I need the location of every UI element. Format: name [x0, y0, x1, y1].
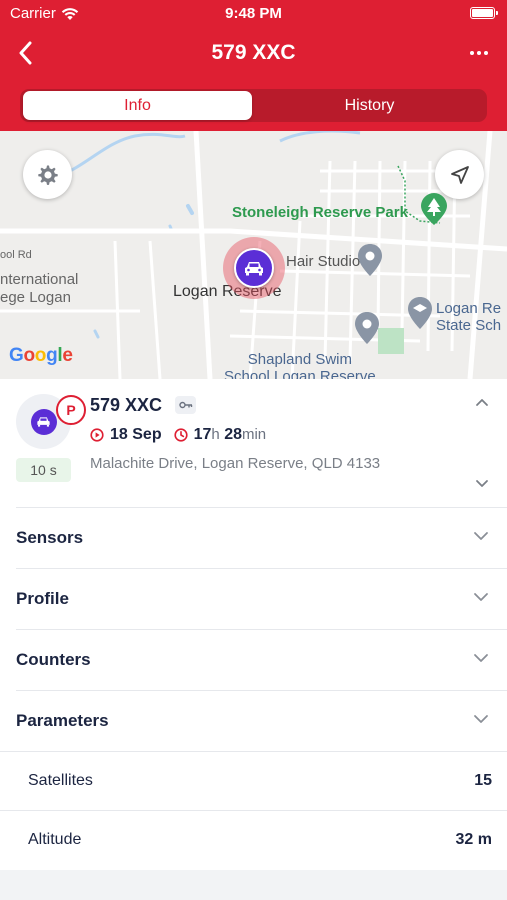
vehicle-name: 579 XXC — [90, 395, 163, 415]
section-label: Parameters — [16, 711, 109, 730]
vehicle-address: Malachite Drive, Logan Reserve, QLD 4133 — [90, 455, 381, 472]
chevron-down-icon — [473, 650, 489, 668]
map-label-pool-rd: ool Rd — [0, 249, 32, 261]
param-label: Altitude — [28, 831, 82, 848]
map-label-park: Stoneleigh Reserve Park — [232, 204, 408, 221]
nav-bar: 579 XXC — [0, 30, 507, 76]
page-title: 579 XXC — [211, 41, 296, 64]
section-counters[interactable]: Counters — [16, 629, 507, 690]
map-settings-button[interactable] — [23, 150, 72, 199]
map-label-swim-school: Shapland Swim School Logan Reserve — [224, 351, 376, 379]
map-pin-icon — [355, 312, 379, 344]
vehicle-marker[interactable] — [234, 248, 274, 288]
play-circle-icon — [90, 428, 104, 442]
section-sensors[interactable]: Sensors — [16, 507, 507, 568]
battery-icon — [470, 7, 498, 19]
param-row-altitude: Altitude 32 m — [0, 810, 507, 870]
chevron-down-icon — [473, 528, 489, 546]
param-label: Satellites — [28, 772, 93, 789]
map-label-school-line2: State Sch — [436, 317, 502, 334]
param-value: 32 m — [455, 831, 492, 848]
tree-icon — [421, 193, 447, 225]
param-row-satellites: Satellites 15 — [0, 751, 507, 811]
status-bar: Carrier 9:48 PM — [0, 0, 507, 28]
more-icon[interactable] — [465, 42, 493, 64]
car-icon — [245, 262, 263, 276]
section-parameters[interactable]: Parameters — [16, 690, 507, 751]
status-time: 9:48 PM — [225, 5, 282, 22]
chevron-down-icon[interactable] — [474, 476, 490, 494]
tab-info[interactable]: Info — [23, 91, 252, 120]
map-view[interactable]: ool Rd nternational ege Logan Stoneleigh… — [0, 131, 507, 379]
map-label-international: nternational ege Logan — [0, 271, 78, 307]
parking-status-badge: P — [56, 395, 86, 425]
map-label-school-line1: Logan Re — [436, 300, 502, 317]
chevron-down-icon — [473, 711, 489, 729]
tab-history[interactable]: History — [255, 91, 484, 120]
param-value: 15 — [474, 772, 492, 789]
chevron-up-icon[interactable] — [474, 394, 490, 412]
gear-icon — [37, 165, 58, 185]
section-label: Sensors — [16, 528, 84, 547]
section-label: Profile — [16, 589, 69, 608]
header: Carrier 9:48 PM 579 XXC Info History — [0, 0, 507, 131]
trip-meta: 18 Sep 17h 28min — [90, 426, 266, 444]
vehicle-info-screen: Carrier 9:48 PM 579 XXC Info History ool… — [0, 0, 507, 900]
tab-switcher: Info History — [20, 89, 487, 122]
chevron-down-icon — [473, 589, 489, 607]
map-label-intl-line2: ege Logan — [0, 289, 71, 306]
map-pin-icon — [358, 244, 382, 276]
vehicle-details-panel: P 10 s 579 XXC 18 Sep 17h 28min Malachit… — [0, 379, 507, 870]
map-label-intl-line1: nternational — [0, 271, 79, 288]
section-label: Counters — [16, 650, 91, 669]
trip-duration: 17h 28min — [193, 426, 267, 443]
car-icon — [37, 417, 50, 427]
map-locate-button[interactable] — [435, 150, 484, 199]
map-label-swim-line1: Shapland Swim — [247, 351, 352, 368]
update-interval-badge: 10 s — [16, 458, 71, 482]
trip-date: 18 Sep — [110, 426, 162, 443]
key-icon — [175, 396, 196, 414]
google-logo: Google — [9, 345, 73, 366]
map-label-hair-studio: Hair Studio — [286, 253, 361, 270]
clock-icon — [173, 428, 188, 442]
vehicle-summary[interactable]: P 10 s 579 XXC 18 Sep 17h 28min Malachit… — [0, 379, 507, 507]
vehicle-avatar-inner — [30, 408, 57, 435]
school-pin-icon — [408, 297, 432, 329]
map-label-swim-line2: School Logan Reserve — [224, 368, 376, 379]
locate-arrow-icon — [450, 165, 469, 184]
section-profile[interactable]: Profile — [16, 568, 507, 629]
map-label-school: Logan Re State Sch — [436, 300, 501, 334]
